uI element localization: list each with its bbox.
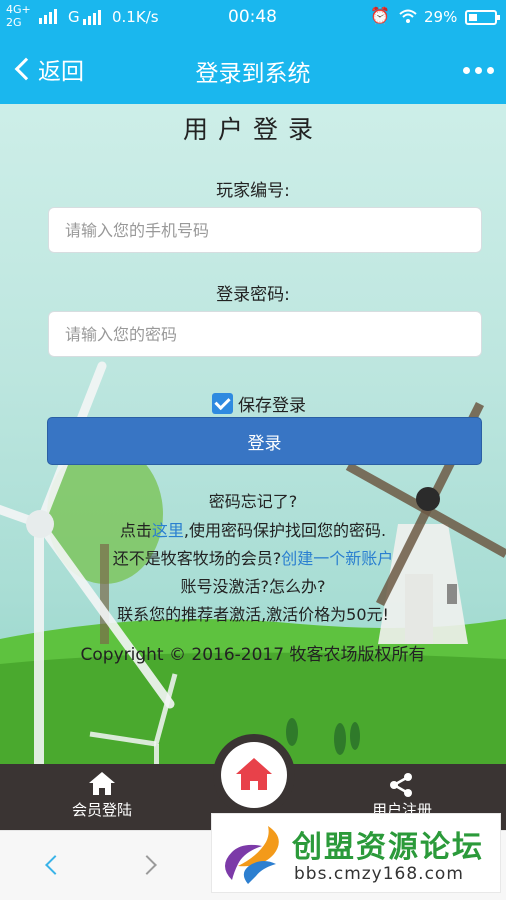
password-label: 登录密码: bbox=[216, 285, 290, 305]
alarm-icon: ⏰ bbox=[370, 6, 390, 25]
activation-answer: 联系您的推荐者激活,激活价格为50元! bbox=[117, 605, 389, 624]
share-icon bbox=[390, 773, 412, 797]
status-bar: 4G+ 2G G 0.1K/s 00:48 ⏰ 29% bbox=[0, 0, 506, 34]
remember-login[interactable]: 保存登录 bbox=[212, 391, 306, 416]
register-line: 还不是牧客牧场的会员?创建一个新账户 bbox=[112, 549, 394, 568]
form-heading: 用户登录 bbox=[182, 115, 323, 144]
tab-member-login-label: 会员登陆 bbox=[71, 801, 132, 819]
watermark-url: bbs.cmzy168.com bbox=[294, 864, 464, 884]
dot-icon bbox=[463, 67, 470, 74]
remember-checkbox[interactable] bbox=[212, 393, 233, 414]
login-panel: 用户登录 玩家编号: 登录密码: 保存登录 登录 密码忘记了? 点击这里,使用密… bbox=[0, 104, 506, 764]
watermark-name: 创盟资源论坛 bbox=[292, 830, 484, 865]
clock: 00:48 bbox=[228, 7, 277, 27]
remember-label: 保存登录 bbox=[238, 396, 306, 416]
create-account-link[interactable]: 创建一个新账户 bbox=[281, 549, 393, 568]
battery-percent: 29% bbox=[424, 8, 458, 26]
home-icon bbox=[236, 758, 272, 790]
more-menu-button[interactable] bbox=[463, 67, 494, 74]
recover-password-link[interactable]: 这里 bbox=[152, 521, 184, 540]
network-speed: 0.1K/s bbox=[112, 8, 159, 26]
activation-question: 账号没激活?怎么办? bbox=[180, 577, 326, 596]
phone-number-input[interactable] bbox=[48, 207, 482, 253]
watermark: 创盟资源论坛 bbs.cmzy168.com bbox=[211, 813, 501, 893]
home-button[interactable] bbox=[213, 734, 295, 816]
dot-icon bbox=[487, 67, 494, 74]
forgot-password-line: 点击这里,使用密码保护找回您的密码. bbox=[119, 521, 387, 540]
page-title: 登录到系统 bbox=[195, 61, 311, 87]
home-button-face bbox=[221, 742, 287, 808]
wifi-icon bbox=[399, 9, 417, 23]
forum-logo-icon bbox=[225, 826, 279, 884]
forgot-password-title: 密码忘记了? bbox=[208, 492, 298, 511]
password-input[interactable] bbox=[48, 311, 482, 357]
signal-icon-2 bbox=[83, 10, 101, 25]
network-type: G bbox=[68, 8, 80, 26]
dot-icon bbox=[475, 67, 482, 74]
browser-forward-icon[interactable] bbox=[137, 855, 157, 875]
copyright: Copyright © 2016-2017 牧客农场版权所有 bbox=[80, 645, 426, 665]
browser-back-icon[interactable] bbox=[45, 855, 65, 875]
signal-icon bbox=[39, 9, 57, 24]
network-indicator: 4G+ 2G bbox=[6, 3, 31, 29]
home-icon bbox=[89, 772, 115, 795]
navigation-bar: 返回 登录到系统 bbox=[0, 34, 506, 104]
tab-member-login[interactable]: 会员登陆 bbox=[22, 764, 182, 830]
player-id-label: 玩家编号: bbox=[216, 181, 290, 201]
battery-icon bbox=[465, 10, 500, 25]
login-button[interactable]: 登录 bbox=[47, 417, 482, 465]
